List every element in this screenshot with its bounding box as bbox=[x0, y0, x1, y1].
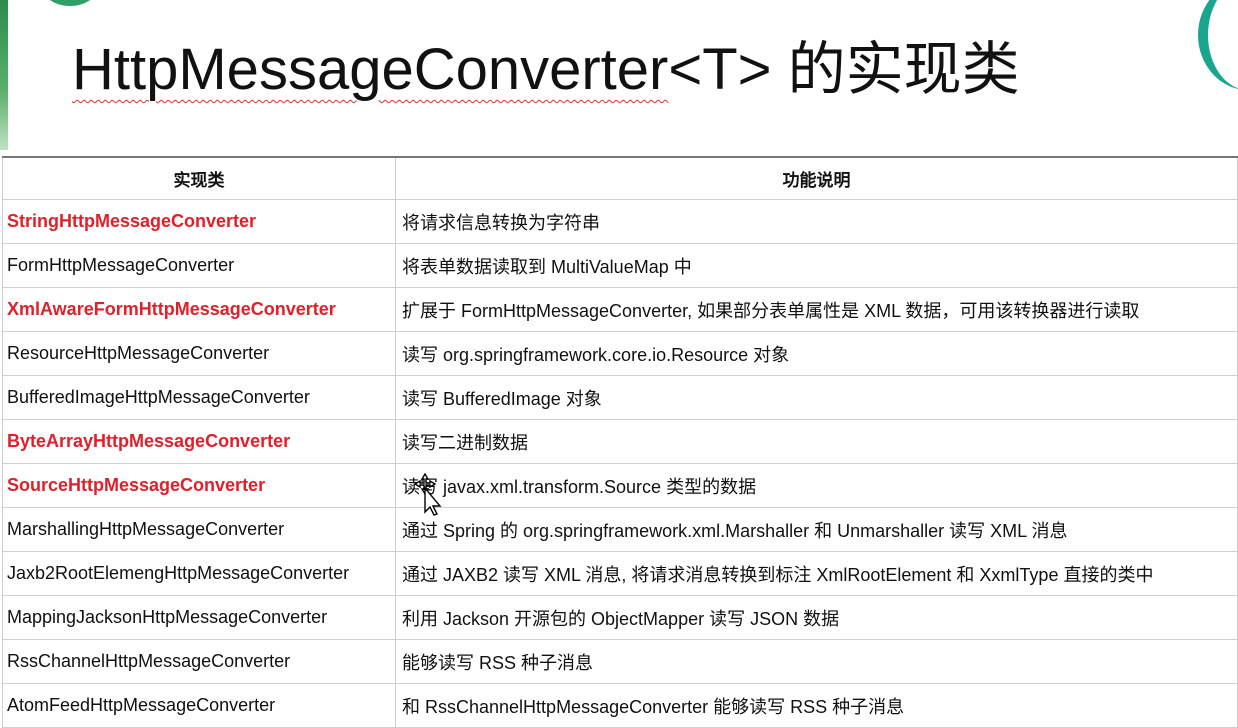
table-row: SourceHttpMessageConverter 读写 javax.xml.t… bbox=[2, 463, 1238, 508]
slide-right-accent-arc bbox=[1198, 0, 1238, 90]
table-row: MarshallingHttpMessageConverter 通过 Spring… bbox=[2, 507, 1238, 552]
converter-description-cell: 读写 BufferedImage 对象 bbox=[395, 375, 1238, 420]
converter-name-cell: RssChannelHttpMessageConverter bbox=[2, 639, 396, 684]
converter-description-cell: 读写 org.springframework.core.io.Resource … bbox=[395, 331, 1238, 376]
table-row: ByteArrayHttpMessageConverter 读写二进制数据 bbox=[2, 419, 1238, 464]
converter-name-cell: SourceHttpMessageConverter bbox=[2, 463, 396, 508]
header-description: 功能说明 bbox=[395, 156, 1238, 200]
converter-name-cell: AtomFeedHttpMessageConverter bbox=[2, 683, 396, 728]
title-class-name: HttpMessageConverter bbox=[72, 37, 669, 102]
table-row: MappingJacksonHttpMessageConverter 利用 Jac… bbox=[2, 595, 1238, 640]
converter-description-cell: 和 RssChannelHttpMessageConverter 能够读写 RS… bbox=[395, 683, 1238, 728]
slide-left-accent-bar bbox=[0, 0, 8, 150]
slide-top-accent-shape bbox=[40, 0, 100, 6]
table-row: AtomFeedHttpMessageConverter 和 RssChannel… bbox=[2, 683, 1238, 728]
converter-description-cell: 将表单数据读取到 MultiValueMap 中 bbox=[395, 243, 1238, 288]
title-generic: <T> bbox=[668, 37, 772, 102]
converter-description-cell: 通过 JAXB2 读写 XML 消息, 将请求消息转换到标注 XmlRootEl… bbox=[395, 551, 1238, 596]
table-body: StringHttpMessageConverter 将请求信息转换为字符串 For… bbox=[2, 199, 1238, 728]
table-row: FormHttpMessageConverter 将表单数据读取到 MultiVa… bbox=[2, 243, 1238, 288]
move-cursor-icon bbox=[413, 472, 442, 516]
header-implementation-class: 实现类 bbox=[2, 156, 396, 200]
table-row: XmlAwareFormHttpMessageConverter 扩展于 Form… bbox=[2, 287, 1238, 332]
table-row: BufferedImageHttpMessageConverter 读写 Buff… bbox=[2, 375, 1238, 420]
title-suffix: 的实现类 bbox=[771, 37, 1020, 102]
converter-name-cell: Jaxb2RootElemengHttpMessageConverter bbox=[2, 551, 396, 596]
converter-name-cell: StringHttpMessageConverter bbox=[2, 199, 396, 244]
converter-name-cell: MarshallingHttpMessageConverter bbox=[2, 507, 396, 552]
converter-name-cell: ByteArrayHttpMessageConverter bbox=[2, 419, 396, 464]
converter-description-cell: 能够读写 RSS 种子消息 bbox=[395, 639, 1238, 684]
table-row: StringHttpMessageConverter 将请求信息转换为字符串 bbox=[2, 199, 1238, 244]
converter-name-cell: FormHttpMessageConverter bbox=[2, 243, 396, 288]
slide-title: HttpMessageConverter<T> 的实现类 bbox=[72, 22, 1020, 106]
table-row: RssChannelHttpMessageConverter 能够读写 RSS 种… bbox=[2, 639, 1238, 684]
table-row: Jaxb2RootElemengHttpMessageConverter 通过 J… bbox=[2, 551, 1238, 596]
converter-description-cell: 读写二进制数据 bbox=[395, 419, 1238, 464]
converter-name-cell: ResourceHttpMessageConverter bbox=[2, 331, 396, 376]
converter-description-cell: 读写 javax.xml.transform.Source 类型的数据 bbox=[395, 463, 1238, 508]
converter-name-cell: XmlAwareFormHttpMessageConverter bbox=[2, 287, 396, 332]
converter-description-cell: 利用 Jackson 开源包的 ObjectMapper 读写 JSON 数据 bbox=[395, 595, 1238, 640]
converter-name-cell: BufferedImageHttpMessageConverter bbox=[2, 375, 396, 420]
table-row: ResourceHttpMessageConverter 读写 org.sprin… bbox=[2, 331, 1238, 376]
converter-description-cell: 将请求信息转换为字符串 bbox=[395, 199, 1238, 244]
converter-table-container: 实现类 功能说明 StringHttpMessageConverter 将请求信息… bbox=[2, 156, 1238, 728]
table-header-row: 实现类 功能说明 bbox=[2, 156, 1238, 200]
converter-description-cell: 通过 Spring 的 org.springframework.xml.Mars… bbox=[395, 507, 1238, 552]
converter-table: 实现类 功能说明 StringHttpMessageConverter 将请求信息… bbox=[2, 156, 1238, 728]
converter-name-cell: MappingJacksonHttpMessageConverter bbox=[2, 595, 396, 640]
converter-description-cell: 扩展于 FormHttpMessageConverter, 如果部分表单属性是 … bbox=[395, 287, 1238, 332]
